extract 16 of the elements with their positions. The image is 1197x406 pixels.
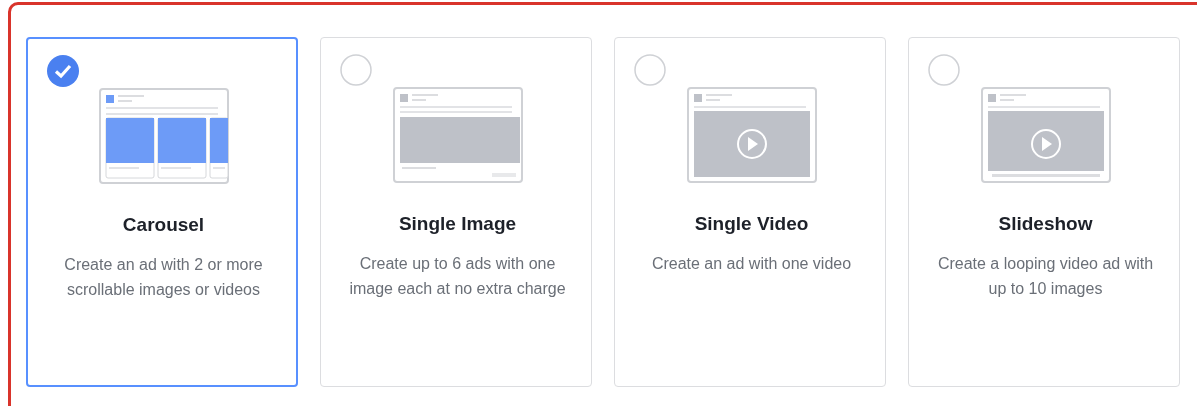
format-title: Carousel <box>121 213 206 237</box>
ad-format-card[interactable]: Slideshow Create a looping video ad with up to 10 images <box>908 37 1180 387</box>
ad-format-card[interactable]: Single Image Create up to 6 ads with one image each at no extra charge <box>320 37 592 387</box>
format-description: Create up to 6 ads with one image each at no extra charge <box>348 253 567 299</box>
checked-radio-icon[interactable] <box>47 55 79 87</box>
radio-icon[interactable] <box>634 54 666 86</box>
format-title: Single Image <box>397 212 518 236</box>
format-description: Create an ad with one video <box>650 253 853 274</box>
radio-icon[interactable] <box>340 54 372 86</box>
ad-format-card[interactable]: Single Video Create an ad with one video <box>614 37 886 387</box>
format-description: Create an ad with 2 or more scrollable images or videos <box>63 254 264 300</box>
radio-icon[interactable] <box>928 54 960 86</box>
format-title: Slideshow <box>997 212 1094 236</box>
format-title: Single Video <box>693 212 810 236</box>
format-description: Create a looping video ad with up to 10 images <box>936 253 1155 299</box>
ad-format-card[interactable]: Carousel Create an ad with 2 or more scrollable images or videos <box>26 37 298 387</box>
